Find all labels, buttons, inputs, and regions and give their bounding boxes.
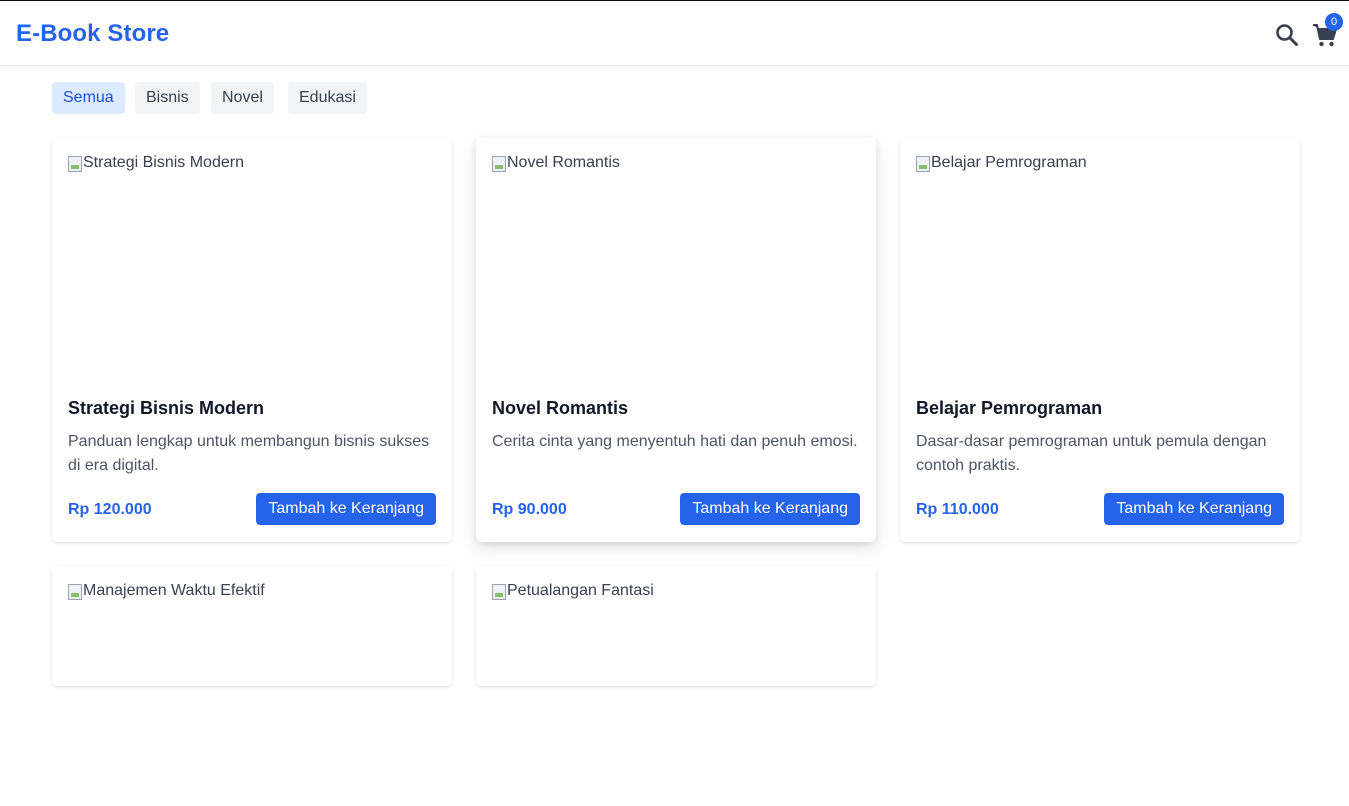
search-icon [1276,24,1298,46]
book-price: Rp 90.000 [492,501,567,518]
book-cover-alt-text: Manajemen Waktu Efektif [83,582,265,599]
broken-image-icon [68,584,82,600]
book-description: Cerita cinta yang menyentuh hati dan pen… [492,433,858,450]
book-price: Rp 120.000 [68,501,152,518]
broken-image-icon [492,156,506,172]
search-button[interactable] [1275,23,1299,47]
book-card: Novel Romantis Novel Romantis Cerita cin… [476,138,876,542]
book-cover-alt-text: Strategi Bisnis Modern [83,154,244,171]
cart-count-badge: 0 [1325,13,1343,31]
brand-logo-text[interactable]: E-Book Store [16,20,169,48]
book-card: Strategi Bisnis Modern Strategi Bisnis M… [52,138,452,542]
add-to-cart-button[interactable]: Tambah ke Keranjang [1104,493,1284,525]
book-price: Rp 110.000 [916,501,999,518]
filter-semua[interactable]: Semua [52,82,125,114]
add-to-cart-button[interactable]: Tambah ke Keranjang [256,493,436,525]
book-card: Manajemen Waktu Efektif [52,566,452,686]
add-to-cart-button[interactable]: Tambah ke Keranjang [680,493,860,525]
book-cover-image: Novel Romantis [492,154,860,378]
broken-image-icon [492,584,506,600]
filter-edukasi[interactable]: Edukasi [288,82,367,114]
book-cover-image: Manajemen Waktu Efektif [68,582,436,806]
book-card: Petualangan Fantasi [476,566,876,686]
book-cover-image: Belajar Pemrograman [916,154,1284,378]
book-title: Novel Romantis [492,398,629,418]
broken-image-icon [68,156,82,172]
book-title: Strategi Bisnis Modern [68,398,265,418]
book-cover-image: Petualangan Fantasi [492,582,860,806]
top-navbar: E-Book Store 0 [0,1,1349,66]
filter-bisnis[interactable]: Bisnis [135,82,200,114]
book-title: Belajar Pemrograman [916,398,1103,418]
book-description: Panduan lengkap untuk membangun bisnis s… [68,433,430,474]
broken-image-icon [916,156,930,172]
book-card: Belajar Pemrograman Belajar Pemrograman … [900,138,1300,542]
book-cover-image: Strategi Bisnis Modern [68,154,436,378]
book-cover-alt-text: Belajar Pemrograman [931,154,1087,171]
book-cover-alt-text: Petualangan Fantasi [507,582,654,599]
filter-novel[interactable]: Novel [211,82,274,114]
book-description: Dasar-dasar pemrograman untuk pemula den… [916,433,1267,474]
book-cover-alt-text: Novel Romantis [507,154,620,171]
